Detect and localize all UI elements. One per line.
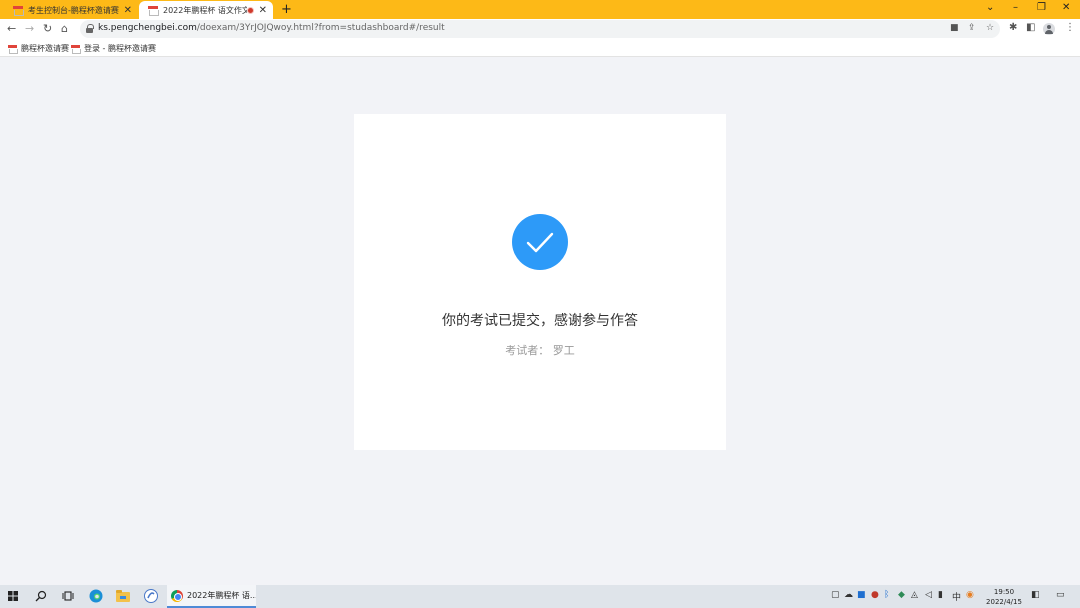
tray-overflow-icon[interactable]: ▢ xyxy=(831,590,840,600)
examinee-info: 考试者： 罗工 xyxy=(354,342,726,358)
file-explorer-icon[interactable] xyxy=(116,590,130,605)
clock-date: 2022/4/15 xyxy=(986,598,1022,606)
windows-taskbar: 2022年鹏程杯 语... ▢ ☁ ■ ● ᛒ ◆ ◬ ◁ ▮ 中 ◉ 19:5… xyxy=(0,585,1080,608)
browser-toolbar: ← → ↻ ⌂ ks.pengchengbei.com/doexam/3YrJO… xyxy=(0,19,1080,39)
site-favicon-icon xyxy=(13,5,24,16)
bookmark-label: 鹏程杯邀请赛 xyxy=(21,44,69,53)
tray-app-icon[interactable]: ■ xyxy=(857,590,866,600)
url-host: ks.pengchengbei.com xyxy=(98,23,197,33)
bookmark-pengchengbei[interactable]: 鹏程杯邀请赛 xyxy=(8,43,69,54)
success-check-icon xyxy=(512,214,568,270)
onedrive-cloud-icon[interactable]: ☁ xyxy=(844,590,853,600)
reload-button[interactable]: ↻ xyxy=(43,22,52,35)
tray-app-icon[interactable]: ◧ xyxy=(1031,590,1040,600)
taskbar-chrome-window[interactable]: 2022年鹏程杯 语... xyxy=(167,585,256,608)
tray-app-icon[interactable]: ◆ xyxy=(898,590,905,600)
bluetooth-icon[interactable]: ᛒ xyxy=(884,590,889,600)
result-message: 你的考试已提交，感谢参与作答 xyxy=(442,313,638,329)
start-windows-icon[interactable] xyxy=(8,591,18,606)
bookmark-star-icon[interactable]: ☆ xyxy=(986,23,994,33)
home-button[interactable]: ⌂ xyxy=(61,22,68,35)
examinee-label: 考试者： xyxy=(505,344,550,357)
extensions-icon[interactable]: ✱ xyxy=(1009,22,1017,33)
submission-result-card: 你的考试已提交，感谢参与作答 考试者： 罗工 xyxy=(354,114,726,450)
address-bar[interactable]: ks.pengchengbei.com/doexam/3YrJOJQwoy.ht… xyxy=(80,20,1000,38)
bookmark-label: 登录 - 鹏程杯邀请赛 xyxy=(84,44,156,53)
bookmark-favicon-icon xyxy=(8,44,18,54)
search-icon[interactable] xyxy=(35,590,47,605)
tab-title: 考生控制台-鹏程杯邀请赛 xyxy=(28,5,119,15)
new-tab-button[interactable]: + xyxy=(281,2,292,17)
restore-window-button[interactable]: ❐ xyxy=(1037,2,1046,13)
bookmark-login[interactable]: 登录 - 鹏程杯邀请赛 xyxy=(71,43,156,54)
taskbar-window-label: 2022年鹏程杯 语... xyxy=(187,591,256,600)
close-window-button[interactable]: ✕ xyxy=(1062,2,1070,13)
camera-icon[interactable]: ■ xyxy=(950,23,959,33)
system-clock[interactable]: 19:50 2022/4/15 xyxy=(984,587,1024,607)
edge-browser-icon[interactable] xyxy=(89,589,103,604)
browser-menu-icon[interactable]: ⋮ xyxy=(1065,22,1075,33)
back-button[interactable]: ← xyxy=(7,22,16,35)
microphone-icon[interactable]: ▮ xyxy=(938,590,943,600)
volume-icon[interactable]: ◁ xyxy=(925,590,932,600)
url-path: /doexam/3YrJOJQwoy.html?from=studashboar… xyxy=(196,23,445,33)
url-text[interactable]: ks.pengchengbei.com/doexam/3YrJOJQwoy.ht… xyxy=(98,23,445,33)
tab-close-icon[interactable]: ✕ xyxy=(259,5,267,16)
examinee-name: 罗工 xyxy=(552,344,575,357)
network-icon[interactable]: ◬ xyxy=(911,590,918,600)
tab-exam-console[interactable]: 考生控制台-鹏程杯邀请赛 ✕ xyxy=(4,1,138,19)
forward-button[interactable]: → xyxy=(25,22,34,35)
bookmarks-bar: 鹏程杯邀请赛 登录 - 鹏程杯邀请赛 xyxy=(0,39,1080,57)
input-method-icon[interactable]: 中 xyxy=(952,590,961,603)
tab-search-dropdown-icon[interactable]: ⌄ xyxy=(986,2,994,13)
notification-center-icon[interactable]: ▭ xyxy=(1056,590,1065,600)
tray-app-icon[interactable]: ● xyxy=(871,590,879,600)
share-icon[interactable]: ⇪ xyxy=(968,23,976,33)
browser-tab-strip: 考生控制台-鹏程杯邀请赛 ✕ 2022年鹏程杯 语文作文（初 ✕ + ⌄ – ❐… xyxy=(0,0,1080,19)
lock-icon[interactable] xyxy=(86,24,94,33)
profile-avatar-icon[interactable] xyxy=(1043,23,1055,35)
recording-indicator-icon xyxy=(246,6,254,14)
clock-time: 19:50 xyxy=(993,588,1015,596)
tray-app-icon[interactable]: ◉ xyxy=(966,590,974,600)
task-view-icon[interactable] xyxy=(62,590,74,605)
browser-app-icon[interactable] xyxy=(144,589,158,604)
minimize-window-button[interactable]: – xyxy=(1013,2,1018,13)
bookmark-favicon-icon xyxy=(71,44,81,54)
tab-title: 2022年鹏程杯 语文作文（初 xyxy=(163,5,247,15)
tab-essay-exam[interactable]: 2022年鹏程杯 语文作文（初 ✕ xyxy=(139,1,273,19)
tab-close-icon[interactable]: ✕ xyxy=(124,5,132,16)
site-favicon-icon xyxy=(148,5,159,16)
chrome-icon xyxy=(171,589,183,602)
side-panel-icon[interactable]: ◧ xyxy=(1026,22,1035,33)
